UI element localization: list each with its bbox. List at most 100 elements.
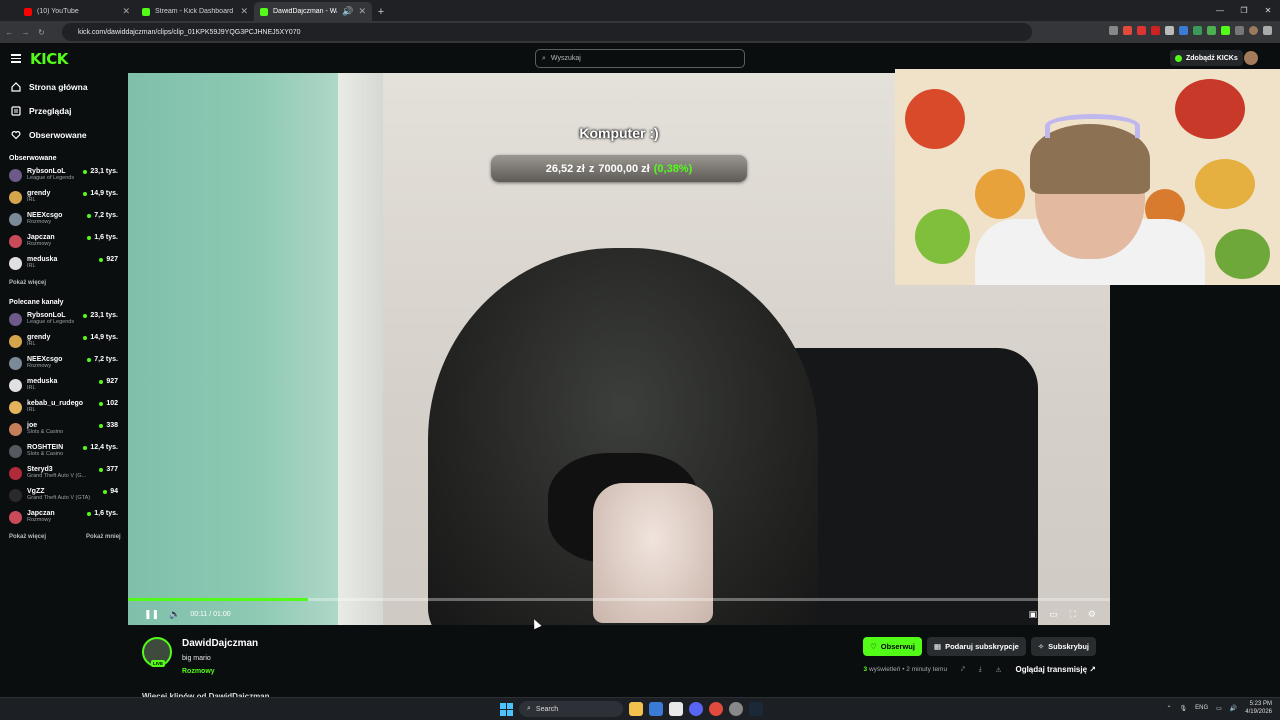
profile-icon[interactable] [1249,26,1258,35]
tab-youtube[interactable]: (10) YouTube ✕ [18,2,136,21]
chrome-icon[interactable] [709,702,723,716]
avatar[interactable] [1244,51,1258,65]
extension-icon[interactable] [1165,26,1174,35]
forward-icon[interactable]: → [19,28,32,37]
follow-button[interactable]: ♡ Obserwuj [863,637,922,656]
mic-icon[interactable]: 🎙 [1180,705,1188,712]
puzzle-icon[interactable] [1235,26,1244,35]
gift-subs-button[interactable]: ▦ Podaruj subskrypcje [926,637,1026,656]
channel-list-item[interactable]: VgZZ Grand Theft Auto V (GTA) 94 [0,485,127,507]
close-icon[interactable]: ✕ [358,6,366,17]
kick-logo[interactable]: KICK [30,50,68,68]
channel-list-item[interactable]: joe Slots & Casino 338 [0,419,127,441]
maximize-icon[interactable]: ❐ [1232,0,1256,20]
channel-list-item[interactable]: meduska IRL 927 [0,253,127,275]
volume-icon[interactable]: 🔈 [169,609,180,620]
close-window-icon[interactable]: ✕ [1256,0,1280,20]
channel-list-item[interactable]: NEEXcsgo Rozmowy 7,2 tys. [0,209,127,231]
calendar-icon[interactable] [669,702,683,716]
extension-icon[interactable] [1123,26,1132,35]
reload-icon[interactable]: ↻ [35,28,48,37]
live-dot-icon [103,489,108,494]
browse-icon [11,106,21,116]
subscribe-button[interactable]: ✧ Subskrybuj [1030,637,1096,656]
tab-clip[interactable]: DawidDajczman - Watch cli 🔊 ✕ [254,2,372,21]
viewer-count: 377 [99,466,118,473]
widgets-icon[interactable] [649,702,663,716]
kick-icon [142,7,150,16]
channel-name[interactable]: DawidDajczman [182,638,258,649]
pause-icon[interactable]: ❚❚ [144,609,159,620]
language-indicator[interactable]: ENG [1195,705,1208,711]
close-icon[interactable]: ✕ [122,6,130,17]
channel-list-item[interactable]: grendy IRL 14,9 tys. [0,331,127,353]
get-kicks-button[interactable]: Zdobądź KICKs [1170,50,1243,66]
theater-icon[interactable]: ▭ [1049,609,1058,620]
kicks-label: Zdobądź KICKs [1186,54,1238,62]
live-dot-icon [83,313,88,318]
extension-icon[interactable] [1221,26,1230,35]
minimize-icon[interactable]: — [1208,0,1232,20]
menu-icon[interactable] [1263,26,1272,35]
viewer-count-value: 1,6 tys. [94,234,118,241]
steam-icon[interactable] [749,702,763,716]
discord-icon[interactable] [689,702,703,716]
channel-list-item[interactable]: Japczan Rozmowy 1,6 tys. [0,231,127,253]
sidebar-item-home[interactable]: Strona główna [0,75,127,99]
channel-list-item[interactable]: NEEXcsgo Rozmowy 7,2 tys. [0,353,127,375]
sidebar-item-browse[interactable]: Przeglądaj [0,99,127,123]
followed-show-more[interactable]: Pokaż więcej [0,275,127,291]
sidebar-item-following[interactable]: Obserwowane [0,123,127,147]
hamburger-icon[interactable] [11,54,21,65]
gift-icon: ▦ [933,642,942,651]
url-input[interactable]: kick.com/dawiddajczman/clips/clip_01KPK5… [62,23,1032,41]
back-icon[interactable]: ← [3,28,16,37]
network-icon[interactable]: ▭ [1216,705,1222,712]
obs-icon[interactable] [729,702,743,716]
channel-list-item[interactable]: RybsonLoL League of Legends 23,1 tys. [0,165,127,187]
speaker-icon[interactable]: 🔊 [342,6,353,17]
chevron-up-icon[interactable]: ⌃ [1166,705,1171,712]
extension-icon[interactable] [1193,26,1202,35]
channel-avatar [9,357,22,370]
show-more-label[interactable]: Pokaż więcej [9,534,46,540]
tab-label: DawidDajczman - Watch cli [273,8,337,15]
channel-list-item[interactable]: ROSHTEIN Slots & Casino 12,4 tys. [0,441,127,463]
extension-icon[interactable] [1207,26,1216,35]
settings-icon[interactable]: ⚙ [1088,609,1096,620]
share-icon[interactable]: ⤤ [961,666,965,674]
show-more-label[interactable]: Pokaż więcej [9,280,46,286]
channel-list-item[interactable]: kebab_u_rudego IRL 102 [0,397,127,419]
watch-stream-label: Oglądaj transmisję [1015,665,1088,674]
show-less-label[interactable]: Pokaż mniej [86,534,121,540]
channel-list-item[interactable]: RybsonLoL League of Legends 23,1 tys. [0,309,127,331]
seek-bar[interactable] [128,598,1110,601]
fullscreen-icon[interactable]: ⛶ [1070,609,1076,620]
report-icon[interactable]: ⚠ [996,666,1002,674]
watch-stream-link[interactable]: Oglądaj transmisję ↗ [1015,665,1096,674]
extension-icon[interactable] [1151,26,1160,35]
channel-list-item[interactable]: Japczan Rozmowy 1,6 tys. [0,507,127,529]
pip-icon[interactable]: ▣ [1029,609,1038,620]
channel-list-item[interactable]: meduska IRL 927 [0,375,127,397]
channel-list-item[interactable]: grendy IRL 14,9 tys. [0,187,127,209]
close-icon[interactable]: ✕ [240,6,248,17]
speaker-icon[interactable]: 🔊 [1230,705,1237,712]
new-tab-button[interactable]: + [372,6,390,18]
viewer-count: 12,4 tys. [83,444,118,451]
viewer-count: 23,1 tys. [83,312,118,319]
extension-icon[interactable] [1179,26,1188,35]
extension-icon[interactable] [1137,26,1146,35]
download-icon[interactable]: ⤓ [979,666,982,674]
tab-kick-dashboard[interactable]: Stream - Kick Dashboard ✕ [136,2,254,21]
live-dot-icon [99,467,104,472]
channel-list-item[interactable]: Steryd3 Grand Theft Auto V (G... 377 [0,463,127,485]
extension-icon[interactable] [1109,26,1118,35]
clock[interactable]: 5:23 PM 4/19/2026 [1245,700,1272,716]
file-explorer-icon[interactable] [629,702,643,716]
search-input[interactable]: ⌕ Wyszukaj [535,49,745,68]
video-frame-detail [338,73,383,625]
windows-start-icon[interactable] [500,702,513,716]
category-link[interactable]: Rozmowy [182,668,215,675]
taskbar-search[interactable]: ⌕ Search [519,701,623,717]
